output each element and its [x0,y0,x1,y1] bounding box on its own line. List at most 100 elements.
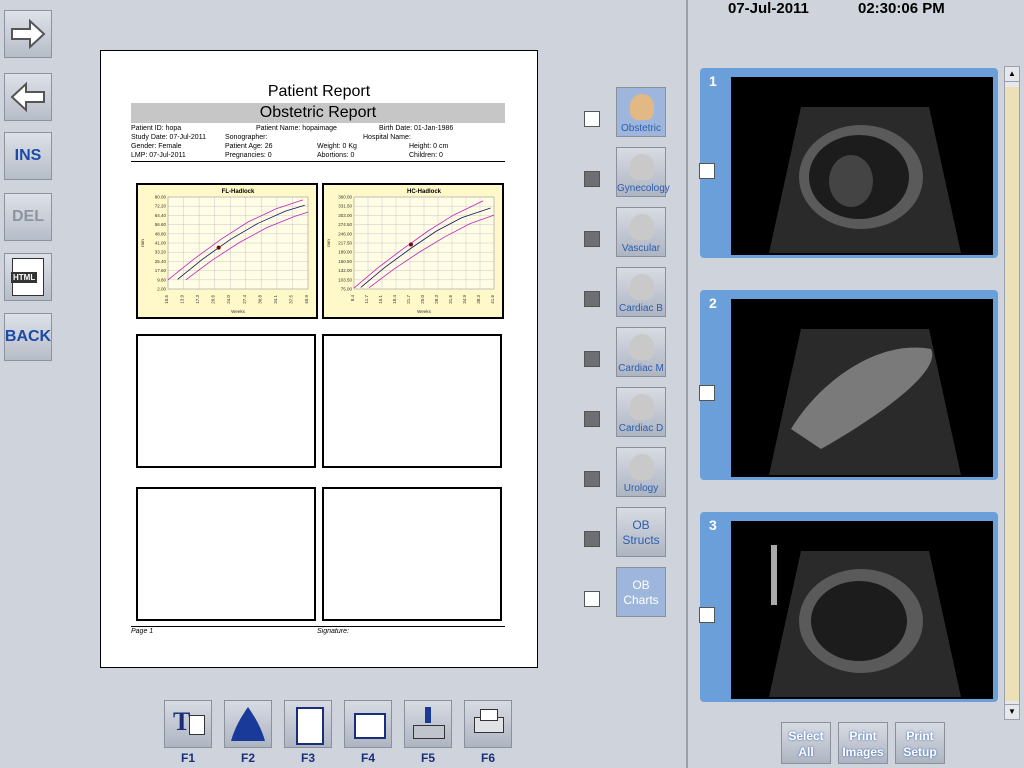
category-cardiac-m[interactable]: Cardiac M [616,327,666,377]
x-tick-label: 15.1 [378,295,383,304]
y-tick-label: 48.80 [155,231,167,236]
cardiac-m-checkbox[interactable] [584,351,600,367]
category-gynecology[interactable]: Gynecology [616,147,670,197]
children: Children: 0 [409,152,443,159]
time-display: 02:30:06 PM [858,0,945,17]
download-icon [413,725,445,739]
text-icon: T [173,707,191,736]
x-tick-label: 28.3 [434,295,439,304]
thumbnail-scrollbar[interactable]: ▲ ▼ [1004,66,1020,720]
f4-book-button[interactable] [344,700,392,748]
category-vascular[interactable]: Vascular [616,207,666,257]
x-tick-label: 18.4 [392,295,397,304]
scroll-up-icon[interactable]: ▲ [1005,67,1019,82]
heart-icon [630,394,654,420]
category-urology[interactable]: Urology [616,447,666,497]
header-divider [131,161,505,162]
f6-print-button[interactable] [464,700,512,748]
back-button[interactable]: BACK [4,313,52,361]
f3-layout-button[interactable] [284,700,332,748]
thumbnail-number: 1 [709,73,717,89]
f1-text-button[interactable]: T [164,700,212,748]
x-axis-label: Weeks [231,309,245,314]
ins-button[interactable]: INS [4,132,52,180]
ultrasound-thumbnail[interactable]: 2 [700,290,998,480]
back-arrow-button[interactable] [4,73,52,121]
patient-id: Patient ID: hopa [131,125,182,132]
btn-line: All [798,745,814,759]
f3-label: F3 [300,751,315,765]
cardiac-b-checkbox[interactable] [584,291,600,307]
y-tick-label: 2.00 [157,287,166,292]
category-cardiac-d[interactable]: Cardiac D [616,387,666,437]
x-tick-label: 8.4 [350,295,355,302]
x-tick-label: 34.1 [273,295,278,304]
chart-title: FL-Hadlock [222,189,255,195]
category-cardiac-b[interactable]: Cardiac B [616,267,666,317]
f4-label: F4 [360,751,375,765]
gender: Gender: Female [131,143,182,150]
y-axis-label: mm [140,239,145,247]
y-tick-label: 17.60 [155,268,167,273]
print-setup-button[interactable]: Print Setup [895,722,945,764]
urology-checkbox[interactable] [584,471,600,487]
x-tick-label: 40.9 [304,295,309,304]
thumbnail-checkbox[interactable] [699,607,715,623]
x-tick-label: 38.3 [476,295,481,304]
y-axis-label: mm [326,239,331,247]
y-tick-label: 132.00 [338,268,352,273]
select-all-button[interactable]: Select All [781,722,831,764]
html-button[interactable]: HTML [4,253,52,301]
scroll-thumb[interactable] [1005,87,1019,701]
x-axis-label: Weeks [417,309,431,314]
del-button[interactable]: DEL [4,193,52,241]
hc-hadlock-svg: HC-Hadlock 360.00 331.50 303.00 274.50 246.00… [326,189,495,314]
btn-line: Images [842,745,884,759]
y-tick-label: 360.00 [338,195,352,200]
x-tick-label: 11.7 [364,295,369,304]
back-label: BACK [4,328,52,345]
scroll-down-icon[interactable]: ▼ [1005,704,1019,719]
ultrasound-thumbnail[interactable]: 1 [700,68,998,258]
fl-hadlock-svg: FL-Hadlock 80.00 72.20 64.40 56.60 48.80 41.00… [140,189,309,314]
obstetric-icon [630,94,654,120]
ob-charts-checkbox[interactable] [584,591,600,607]
x-tick-label: 17.3 [195,295,200,304]
ob-structs-checkbox[interactable] [584,531,600,547]
arrow-right-icon [11,18,46,50]
kidney-icon [630,454,654,480]
category-label: Obstetric [620,123,661,134]
f5-save-button[interactable] [404,700,452,748]
obstetric-checkbox[interactable] [584,111,600,127]
heart-icon [630,274,654,300]
y-tick-label: 274.50 [338,222,352,227]
report-page: Patient Report Obstetric Report Patient … [100,50,538,668]
btn-line: Setup [903,745,937,759]
f2-probe-button[interactable] [224,700,272,748]
cardiac-d-checkbox[interactable] [584,411,600,427]
category-ob-structs[interactable]: OB Structs [616,507,666,557]
heart-icon [630,334,654,360]
x-tick-label: 30.8 [257,295,262,304]
category-label: Vascular [621,243,661,254]
y-tick-label: 331.50 [338,204,352,209]
btn-line: Print [906,729,934,743]
x-tick-label: 37.5 [288,295,293,304]
thumbnail-checkbox[interactable] [699,163,715,179]
category-obstetric[interactable]: Obstetric [616,87,666,137]
gynecology-checkbox[interactable] [584,171,600,187]
f5-label: F5 [420,751,435,765]
x-tick-label: 10.5 [164,295,169,304]
f2-label: F2 [240,751,255,765]
book-icon [354,713,386,739]
category-ob-charts[interactable]: OB Charts [616,567,666,617]
birth-date: Birth Date: 01-Jan-1986 [379,125,454,132]
ultrasound-image [731,77,993,255]
print-images-button[interactable]: Print Images [838,722,888,764]
thumbnail-checkbox[interactable] [699,385,715,401]
vascular-checkbox[interactable] [584,231,600,247]
category-label: Urology [623,483,659,494]
ultrasound-thumbnail[interactable]: 3 [700,512,998,702]
report-title: Patient Report [267,83,371,100]
forward-button[interactable] [4,10,52,58]
